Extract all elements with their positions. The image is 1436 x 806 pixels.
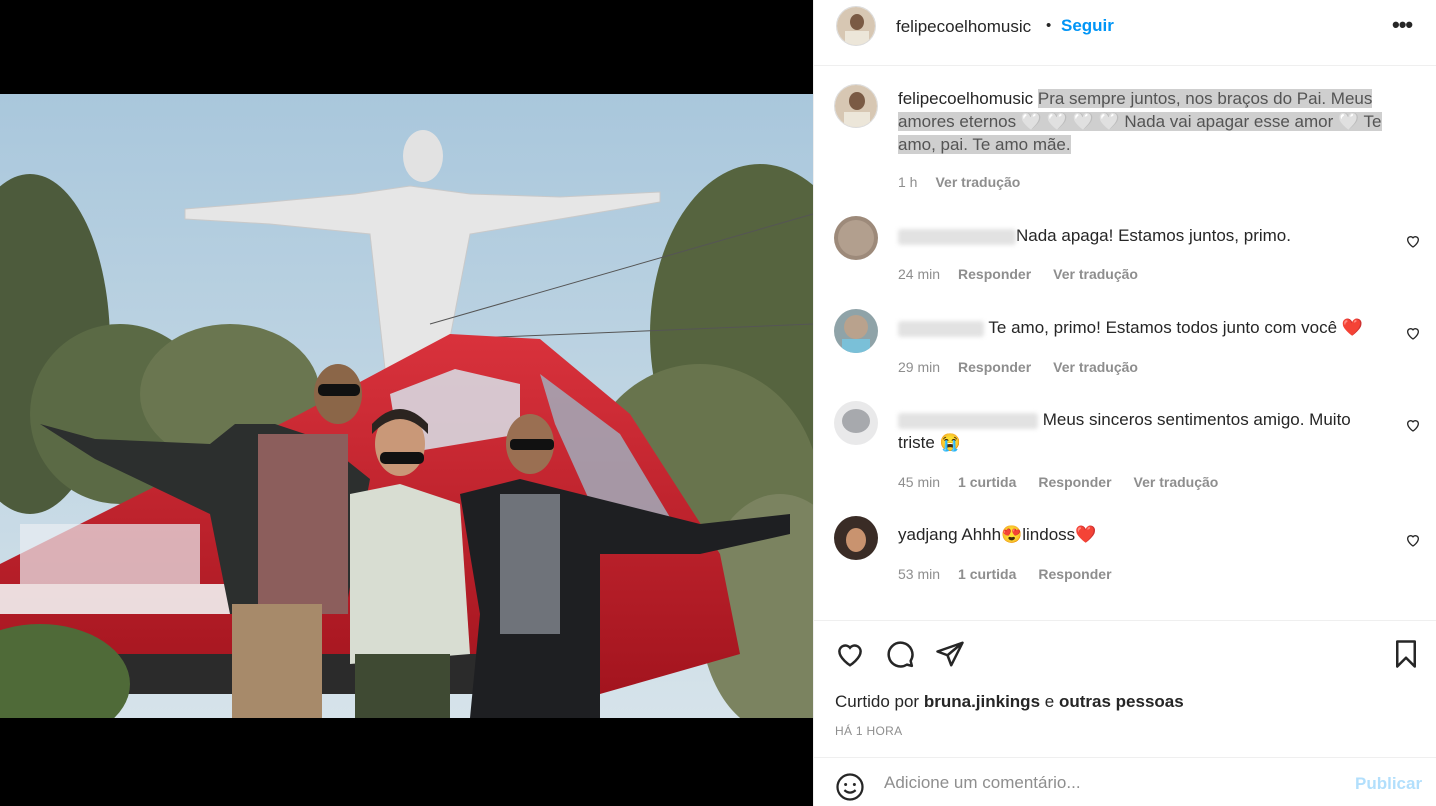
comment-time[interactable]: 53 min bbox=[898, 566, 940, 582]
post-header: felipecoelhomusic • Seguir ••• bbox=[814, 0, 1436, 66]
translate-link[interactable]: Ver tradução bbox=[1053, 266, 1138, 282]
like-heart-icon[interactable] bbox=[835, 639, 865, 669]
reply-link[interactable]: Responder bbox=[958, 359, 1031, 375]
comment-username[interactable]: yadjang bbox=[898, 525, 958, 544]
comment-meta: 53 min 1 curtida Responder bbox=[898, 566, 1134, 582]
share-send-icon[interactable] bbox=[935, 639, 965, 669]
translate-link[interactable]: Ver tradução bbox=[1134, 474, 1219, 490]
comment-text: yadjang Ahhh😍lindoss❤️ bbox=[898, 523, 1383, 546]
caption-author-avatar[interactable] bbox=[834, 84, 878, 128]
comment-body: Nada apaga! Estamos juntos, primo. bbox=[1016, 226, 1291, 245]
comment-body: Te amo, primo! Estamos todos junto com v… bbox=[988, 318, 1338, 337]
caption-time[interactable]: 1 h bbox=[898, 174, 917, 190]
comment-input[interactable] bbox=[884, 773, 1324, 793]
emoji-picker-icon[interactable] bbox=[835, 772, 865, 802]
comment-text: Nada apaga! Estamos juntos, primo. bbox=[898, 224, 1383, 247]
reply-link[interactable]: Responder bbox=[1038, 474, 1111, 490]
comment-username-blurred[interactable] bbox=[898, 412, 1038, 429]
post-sidebar: felipecoelhomusic • Seguir ••• felipecoe… bbox=[813, 0, 1436, 806]
follow-button[interactable]: Seguir bbox=[1061, 16, 1114, 36]
liked-by-and: e bbox=[1044, 692, 1055, 711]
liked-by-others-link[interactable]: outras pessoas bbox=[1059, 692, 1184, 711]
post-media-panel bbox=[0, 0, 813, 806]
comment-avatar[interactable] bbox=[834, 309, 878, 353]
like-comment-heart-icon[interactable] bbox=[1405, 532, 1421, 548]
comment-time[interactable]: 45 min bbox=[898, 474, 940, 490]
add-comment-bar: Publicar bbox=[814, 757, 1436, 806]
author-username[interactable]: felipecoelhomusic bbox=[896, 17, 1031, 37]
translate-link[interactable]: Ver tradução bbox=[1053, 359, 1138, 375]
comment-meta: 45 min 1 curtida Responder Ver tradução bbox=[898, 474, 1240, 490]
likes-count[interactable]: 1 curtida bbox=[958, 566, 1016, 582]
caption-text: felipecoelhomusic Pra sempre juntos, nos… bbox=[898, 87, 1383, 156]
comment-avatar[interactable] bbox=[834, 401, 878, 445]
liked-by-line: Curtido por bruna.jinkings e outras pess… bbox=[835, 692, 1184, 712]
save-bookmark-icon[interactable] bbox=[1391, 639, 1421, 669]
author-avatar[interactable] bbox=[836, 6, 876, 46]
comment-username-blurred[interactable] bbox=[898, 228, 1016, 245]
comment-bubble-icon[interactable] bbox=[885, 639, 915, 669]
reply-link[interactable]: Responder bbox=[1038, 566, 1111, 582]
post-photo-illustration bbox=[0, 94, 813, 718]
caption-translate-link[interactable]: Ver tradução bbox=[935, 174, 1020, 190]
more-options-icon[interactable]: ••• bbox=[1392, 12, 1413, 38]
liked-by-prefix: Curtido por bbox=[835, 692, 920, 711]
comment-time[interactable]: 24 min bbox=[898, 266, 940, 282]
post-photo[interactable] bbox=[0, 94, 813, 718]
caption-meta: 1 h Ver tradução bbox=[898, 174, 1042, 190]
comment-avatar[interactable] bbox=[834, 516, 878, 560]
like-comment-heart-icon[interactable] bbox=[1405, 325, 1421, 341]
separator-dot: • bbox=[1046, 17, 1052, 34]
caption-username[interactable]: felipecoelhomusic bbox=[898, 89, 1033, 108]
like-comment-heart-icon[interactable] bbox=[1405, 233, 1421, 249]
post-actions: Curtido por bruna.jinkings e outras pess… bbox=[814, 620, 1436, 806]
post-timestamp[interactable]: HÁ 1 HORA bbox=[835, 724, 902, 738]
reply-link[interactable]: Responder bbox=[958, 266, 1031, 282]
comment-text: Te amo, primo! Estamos todos junto com v… bbox=[898, 316, 1383, 339]
liked-by-user-link[interactable]: bruna.jinkings bbox=[924, 692, 1040, 711]
likes-count[interactable]: 1 curtida bbox=[958, 474, 1016, 490]
red-heart-emoji: ❤️ bbox=[1341, 318, 1363, 337]
comment-text: Meus sinceros sentimentos amigo. Muito t… bbox=[898, 408, 1383, 454]
comment-meta: 29 min Responder Ver tradução bbox=[898, 359, 1160, 375]
publish-button[interactable]: Publicar bbox=[1355, 774, 1422, 794]
comment-avatar[interactable] bbox=[834, 216, 878, 260]
comment-body: Ahhh😍lindoss❤️ bbox=[961, 525, 1097, 544]
comment-time[interactable]: 29 min bbox=[898, 359, 940, 375]
like-comment-heart-icon[interactable] bbox=[1405, 417, 1421, 433]
comments-list[interactable]: felipecoelhomusic Pra sempre juntos, nos… bbox=[814, 67, 1436, 620]
comment-meta: 24 min Responder Ver tradução bbox=[898, 266, 1160, 282]
comment-username-blurred[interactable] bbox=[898, 320, 984, 337]
